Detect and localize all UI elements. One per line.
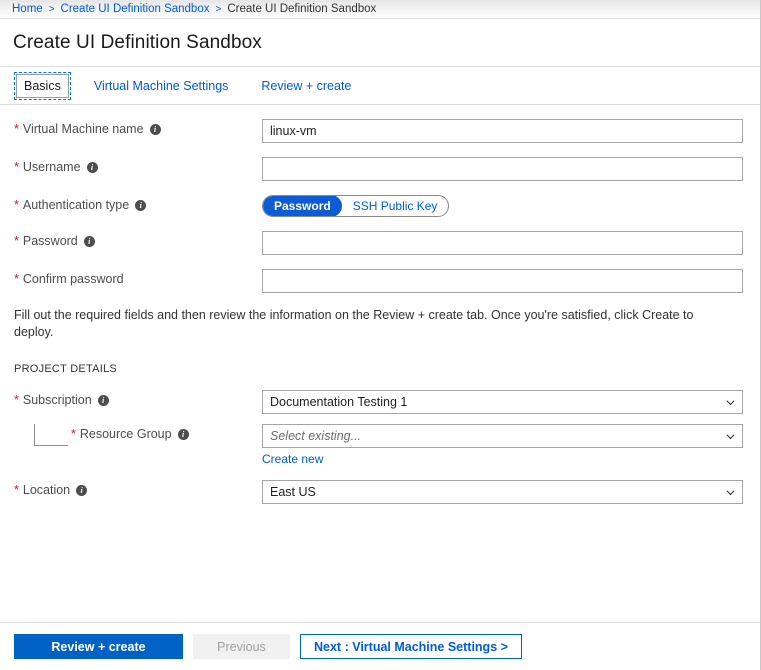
page-title-bar: Create UI Definition Sandbox: [0, 19, 760, 67]
required-asterisk-icon: *: [14, 197, 19, 212]
required-asterisk-icon: *: [14, 392, 19, 407]
info-icon[interactable]: i: [149, 123, 161, 135]
vm-name-label-text: Virtual Machine name: [22, 122, 144, 136]
field-row-resource-group: * Resource Group i Select existing... Cr…: [14, 424, 746, 466]
resource-group-label-text: Resource Group: [79, 427, 172, 441]
required-asterisk-icon: *: [14, 159, 19, 174]
resource-group-label: * Resource Group i: [14, 424, 262, 446]
breadcrumb-item-current: Create UI Definition Sandbox: [227, 3, 377, 15]
tab-virtual-machine-settings[interactable]: Virtual Machine Settings: [86, 74, 237, 98]
confirm-password-input[interactable]: [262, 269, 743, 293]
subscription-field-cell: Documentation Testing 1: [262, 390, 746, 414]
toggle-option-password[interactable]: Password: [263, 196, 342, 216]
subscription-selected-value: Documentation Testing 1: [270, 395, 408, 409]
info-icon[interactable]: i: [83, 235, 95, 247]
breadcrumb: Home > Create UI Definition Sandbox > Cr…: [0, 0, 760, 19]
next-button[interactable]: Next : Virtual Machine Settings >: [300, 634, 522, 659]
field-row-vm-name: * Virtual Machine name i: [14, 119, 746, 143]
authentication-type-field-cell: Password SSH Public Key: [262, 195, 746, 217]
required-asterisk-icon: *: [14, 482, 19, 497]
info-icon[interactable]: i: [135, 199, 147, 211]
page-title: Create UI Definition Sandbox: [13, 31, 262, 53]
create-new-resource-group-link[interactable]: Create new: [262, 452, 323, 466]
toggle-option-ssh-public-key[interactable]: SSH Public Key: [342, 196, 449, 216]
tab-basics[interactable]: Basics: [14, 71, 71, 100]
field-row-authentication-type: * Authentication type i Password SSH Pub…: [14, 195, 746, 217]
username-field-cell: [262, 157, 746, 181]
info-icon[interactable]: i: [86, 161, 98, 173]
info-icon[interactable]: i: [76, 484, 88, 496]
required-asterisk-icon: *: [71, 426, 76, 441]
vm-name-label: * Virtual Machine name i: [14, 119, 262, 136]
field-row-password: * Password i: [14, 231, 746, 255]
info-icon[interactable]: i: [97, 394, 109, 406]
review-create-button[interactable]: Review + create: [14, 634, 183, 659]
breadcrumb-item-sandbox[interactable]: Create UI Definition Sandbox: [61, 3, 210, 15]
password-label-text: Password: [22, 234, 78, 248]
resource-group-selected-value: Select existing...: [270, 429, 362, 443]
field-row-location: * Location i East US: [14, 480, 746, 504]
required-asterisk-icon: *: [14, 233, 19, 248]
password-input[interactable]: [262, 231, 743, 255]
basics-form: * Virtual Machine name i * Username i *: [0, 105, 760, 595]
password-field-cell: [262, 231, 746, 255]
confirm-password-label: * Confirm password: [14, 269, 262, 286]
vm-name-field-cell: [262, 119, 746, 143]
confirm-password-field-cell: [262, 269, 746, 293]
location-dropdown[interactable]: East US: [262, 480, 743, 504]
breadcrumb-item-home[interactable]: Home: [12, 3, 43, 15]
field-row-subscription: * Subscription i Documentation Testing 1: [14, 390, 746, 414]
required-asterisk-icon: *: [14, 121, 19, 136]
username-label-text: Username: [22, 160, 81, 174]
subscription-label-text: Subscription: [22, 393, 92, 407]
location-selected-value: East US: [270, 485, 316, 499]
subscription-label: * Subscription i: [14, 390, 262, 407]
breadcrumb-separator-icon: >: [48, 3, 55, 15]
project-details-heading: PROJECT DETAILS: [14, 363, 117, 375]
wizard-footer: Review + create Previous Next : Virtual …: [0, 622, 760, 670]
tab-review-create[interactable]: Review + create: [253, 74, 359, 98]
password-label: * Password i: [14, 231, 262, 248]
location-label: * Location i: [14, 480, 262, 497]
username-label: * Username i: [14, 157, 262, 174]
authentication-type-label-text: Authentication type: [22, 198, 130, 212]
previous-button: Previous: [193, 634, 290, 659]
breadcrumb-separator-icon: >: [215, 3, 222, 15]
location-field-cell: East US: [262, 480, 746, 504]
info-icon[interactable]: i: [177, 428, 189, 440]
resource-group-dropdown[interactable]: Select existing...: [262, 424, 743, 448]
tree-connector-line: [34, 424, 68, 446]
authentication-type-toggle[interactable]: Password SSH Public Key: [262, 195, 450, 217]
field-row-username: * Username i: [14, 157, 746, 181]
location-label-text: Location: [22, 483, 71, 497]
vm-name-input[interactable]: [262, 119, 743, 143]
chevron-down-icon: [726, 489, 735, 495]
create-ui-definition-sandbox-page: Home > Create UI Definition Sandbox > Cr…: [0, 0, 761, 670]
required-asterisk-icon: *: [14, 271, 19, 286]
resource-group-field-cell: Select existing... Create new: [262, 424, 746, 466]
confirm-password-label-text: Confirm password: [22, 272, 124, 286]
chevron-down-icon: [726, 433, 735, 439]
chevron-down-icon: [726, 399, 735, 405]
username-input[interactable]: [262, 157, 743, 181]
subscription-dropdown[interactable]: Documentation Testing 1: [262, 390, 743, 414]
authentication-type-label: * Authentication type i: [14, 195, 262, 212]
field-row-confirm-password: * Confirm password: [14, 269, 746, 293]
tab-bar: Basics Virtual Machine Settings Review +…: [0, 67, 760, 105]
form-description: Fill out the required fields and then re…: [14, 308, 694, 339]
